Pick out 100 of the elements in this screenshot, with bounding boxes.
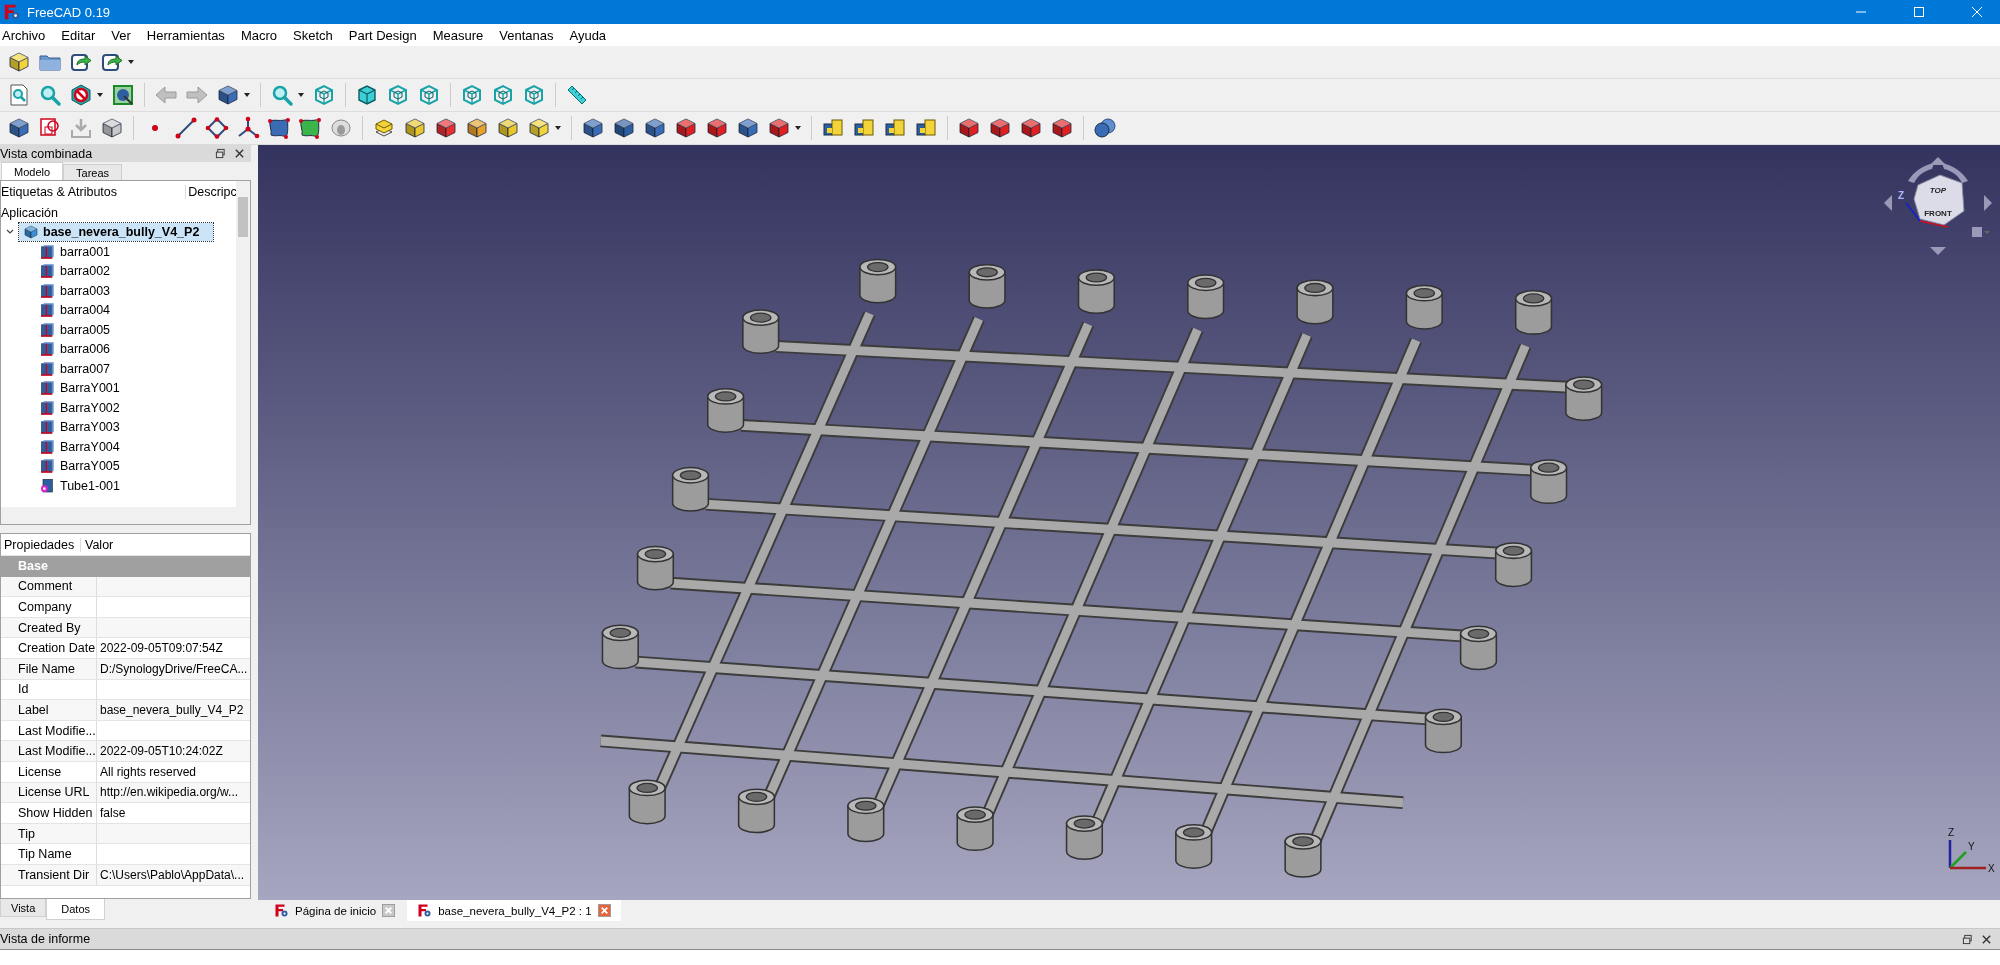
scrollbar[interactable]: [236, 181, 250, 507]
page-magnifier-icon[interactable]: [7, 83, 31, 107]
coordinate-system-icon[interactable]: [236, 116, 260, 140]
cube-view-icon[interactable]: [355, 83, 379, 107]
tree-item[interactable]: BarraY003: [1, 417, 236, 437]
property-name[interactable]: License: [15, 761, 97, 782]
3d-viewport[interactable]: TOP FRONT Z Z Y X: [258, 145, 2000, 900]
menu-item[interactable]: Macro: [240, 27, 277, 43]
primitive-icon[interactable]: [527, 116, 551, 140]
subtractive-helix-icon[interactable]: [736, 116, 760, 140]
panel-tab[interactable]: Datos: [46, 899, 105, 920]
subtractive-pipe-icon[interactable]: [705, 116, 729, 140]
tree-item[interactable]: barra007: [1, 359, 236, 379]
tree-item[interactable]: barra005: [1, 320, 236, 340]
cube-icon[interactable]: [216, 83, 240, 107]
document-tab[interactable]: base_nevera_bully_V4_P2 : 1: [407, 900, 621, 921]
loft-icon[interactable]: [434, 116, 458, 140]
tree-item[interactable]: barra002: [1, 261, 236, 281]
property-value[interactable]: C:\Users\Pablo\AppData\...: [100, 867, 245, 882]
tree-item[interactable]: barra006: [1, 339, 236, 359]
shape-binder-icon[interactable]: [298, 116, 322, 140]
property-value[interactable]: base_nevera_bully_V4_P2: [100, 702, 244, 717]
property-name[interactable]: File Name: [15, 658, 97, 679]
draft-icon[interactable]: [1019, 116, 1043, 140]
menu-item[interactable]: Ver: [111, 27, 131, 43]
property-name[interactable]: Creation Date: [15, 638, 97, 658]
property-name[interactable]: Tip Name: [15, 844, 97, 864]
property-name[interactable]: Last Modifie...: [15, 720, 97, 741]
property-name[interactable]: Last Modifie...: [15, 741, 97, 761]
plane-icon[interactable]: [205, 116, 229, 140]
panel-tab[interactable]: Modelo: [1, 162, 64, 180]
helix-icon[interactable]: [496, 116, 520, 140]
wireframe-cube-icon[interactable]: [491, 83, 515, 107]
property-value[interactable]: D:/SynologyDrive/FreeCA...: [100, 661, 248, 676]
ruler-icon[interactable]: [565, 83, 589, 107]
tree-item[interactable]: Tube1-001: [1, 476, 236, 496]
tree-item[interactable]: barra001: [1, 242, 236, 262]
groove-icon[interactable]: [643, 116, 667, 140]
tree-item[interactable]: BarraY004: [1, 437, 236, 457]
tree-item[interactable]: BarraY001: [1, 378, 236, 398]
tree-group-label: Aplicación: [1, 205, 58, 220]
prohibited-icon[interactable]: [69, 83, 93, 107]
zoom-icon[interactable]: [38, 83, 62, 107]
part-cube-icon[interactable]: [7, 50, 31, 74]
app-logo-icon: [417, 903, 433, 918]
menu-item[interactable]: Archivo: [2, 27, 46, 43]
fillet-icon[interactable]: [957, 116, 981, 140]
shape-binder-icon[interactable]: [267, 116, 291, 140]
hole-icon[interactable]: [612, 116, 636, 140]
property-value[interactable]: http://en.wikipedia.org/w...: [100, 785, 239, 800]
body-icon[interactable]: [7, 116, 31, 140]
property-value[interactable]: All rights reserved: [100, 764, 197, 779]
property-name[interactable]: Show Hidden: [15, 803, 97, 823]
wireframe-cube-icon[interactable]: [460, 83, 484, 107]
float-icon[interactable]: [215, 148, 226, 159]
property-name[interactable]: Transient Dir: [15, 864, 97, 885]
document-tab[interactable]: Página de inicio: [268, 900, 402, 921]
line-icon[interactable]: [174, 116, 198, 140]
property-name[interactable]: Label: [15, 700, 97, 720]
panel-tab[interactable]: Tareas: [63, 164, 123, 180]
property-name[interactable]: Id: [15, 679, 97, 700]
scrollbar[interactable]: [1, 507, 250, 524]
property-value[interactable]: 2022-09-05T09:07:54Z: [100, 641, 223, 656]
menu-item[interactable]: Editar: [61, 27, 96, 43]
cube-view-icon[interactable]: [417, 83, 441, 107]
panel-tab[interactable]: Vista: [0, 899, 47, 917]
cube-face-label: FRONT: [1924, 209, 1952, 218]
pocket-icon[interactable]: [581, 116, 605, 140]
box-selection-icon[interactable]: [111, 83, 135, 107]
tree-item[interactable]: BarraY002: [1, 398, 236, 418]
menu-item[interactable]: Ayuda: [569, 27, 607, 43]
menu-item[interactable]: Herramientas: [146, 27, 225, 43]
tree-item[interactable]: base_nevera_bully_V4_P2: [19, 223, 214, 242]
tree-item[interactable]: BarraY005: [1, 456, 236, 476]
menu-item[interactable]: Part Design: [348, 27, 417, 43]
property-name[interactable]: Company: [15, 597, 97, 617]
menu-item[interactable]: Measure: [432, 27, 484, 43]
chamfer-icon[interactable]: [988, 116, 1012, 140]
property-value[interactable]: 2022-09-05T10:24:02Z: [100, 744, 223, 759]
property-name[interactable]: License URL: [15, 782, 97, 803]
thickness-icon[interactable]: [1050, 116, 1074, 140]
cube-icon[interactable]: [100, 116, 124, 140]
axis-label: Z: [1898, 190, 1905, 201]
cube-view-icon[interactable]: [386, 83, 410, 107]
navigation-cube-drawing[interactable]: TOP FRONT Z: [1878, 153, 1998, 263]
close-icon[interactable]: [234, 148, 245, 159]
subtractive-loft-icon[interactable]: [674, 116, 698, 140]
tree-item[interactable]: barra003: [1, 281, 236, 301]
menu-item[interactable]: Sketch: [293, 27, 333, 43]
boolean-icon[interactable]: [1093, 116, 1117, 140]
close-icon[interactable]: [1981, 933, 1992, 945]
wireframe-cube-icon[interactable]: [312, 83, 336, 107]
property-value[interactable]: false: [100, 805, 126, 820]
float-icon[interactable]: [1962, 933, 1973, 945]
revolution-icon[interactable]: [403, 116, 427, 140]
subtractive-primitive-icon[interactable]: [767, 116, 791, 140]
wireframe-cube-icon[interactable]: [522, 83, 546, 107]
tree-item[interactable]: barra004: [1, 300, 236, 320]
menu-item[interactable]: Ventanas: [499, 27, 554, 43]
pipe-icon[interactable]: [465, 116, 489, 140]
